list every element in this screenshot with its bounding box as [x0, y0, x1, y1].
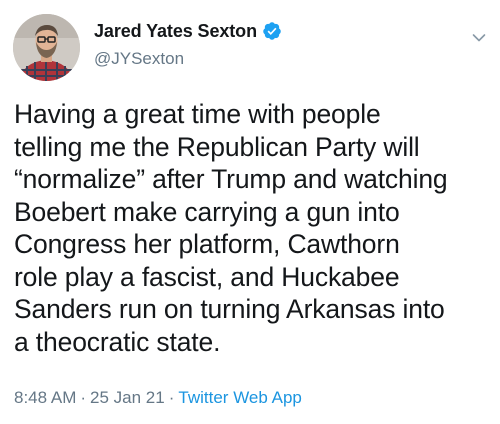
meta-separator: ·	[80, 388, 87, 407]
tweet-date[interactable]: 25 Jan 21	[90, 388, 165, 407]
tweet-text-line: Boebert make carrying a gun into	[14, 196, 400, 227]
author-handle[interactable]: @JYSexton	[94, 49, 282, 69]
tweet-source-link[interactable]: Twitter Web App	[178, 388, 301, 407]
author-info: Jared Yates Sexton @JYSexton	[94, 19, 282, 69]
tweet-text-line: a theocratic state.	[14, 326, 221, 357]
tweet-meta: 8:48 AM · 25 Jan 21 · Twitter Web App	[14, 388, 302, 408]
chevron-down-icon[interactable]	[472, 30, 486, 42]
verified-badge-icon	[262, 21, 282, 41]
tweet-text-line: telling me the Republican Party will	[14, 131, 420, 162]
meta-separator: ·	[168, 388, 175, 407]
avatar[interactable]	[13, 14, 80, 81]
avatar-image	[13, 14, 80, 81]
author-name-row: Jared Yates Sexton	[94, 19, 282, 43]
tweet-time[interactable]: 8:48 AM	[14, 388, 76, 407]
tweet-text: Having a great time with people telling …	[14, 98, 490, 358]
tweet-header: Jared Yates Sexton @JYSexton	[13, 14, 500, 86]
tweet-text-line: Congress her platform, Cawthorn	[14, 229, 400, 259]
tweet-text-line: Sanders run on turning Arkansas into	[14, 294, 445, 324]
author-display-name[interactable]: Jared Yates Sexton	[94, 21, 257, 42]
tweet-card: Jared Yates Sexton @JYSexton Having a gr…	[0, 0, 500, 424]
tweet-text-line: “normalize” after Trump and watching	[14, 164, 448, 194]
tweet-text-line: role play a fascist, and Huckabee	[14, 261, 400, 292]
tweet-text-line: Having a great time with people	[14, 99, 381, 129]
